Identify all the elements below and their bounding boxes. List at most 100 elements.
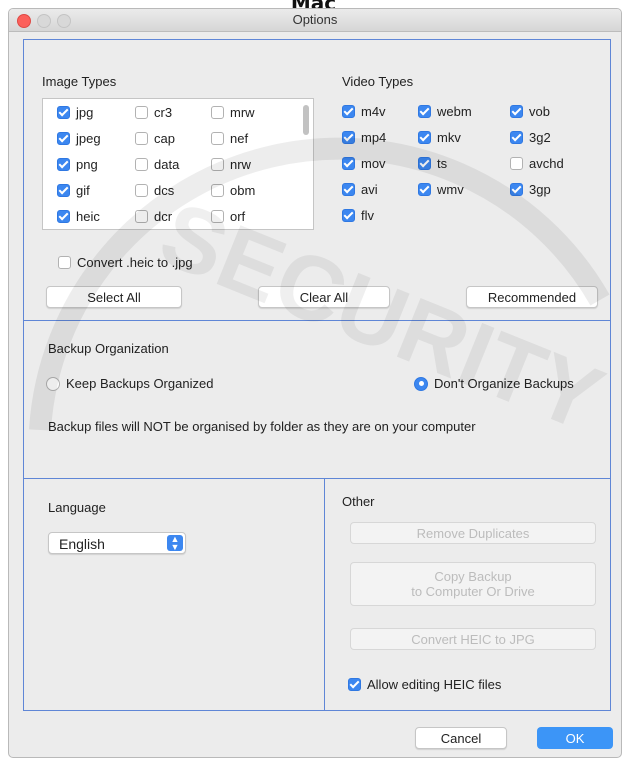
radio-button[interactable] bbox=[46, 376, 60, 391]
checkbox-box[interactable] bbox=[57, 183, 70, 197]
image-type-checkbox-nrw[interactable]: nrw bbox=[211, 155, 251, 173]
checkbox-label: cap bbox=[154, 130, 175, 146]
checkbox-box[interactable] bbox=[211, 183, 224, 197]
video-type-checkbox-3gp[interactable]: 3gp bbox=[510, 180, 551, 198]
video-type-checkbox-webm[interactable]: webm bbox=[418, 102, 472, 120]
checkbox-label: mp4 bbox=[361, 129, 387, 145]
backup-organization-heading: Backup Organization bbox=[48, 341, 169, 356]
other-heading: Other bbox=[342, 494, 375, 509]
checkbox-label: obm bbox=[230, 182, 256, 198]
checkbox-label: m4v bbox=[361, 103, 386, 119]
checkbox-box[interactable] bbox=[342, 182, 355, 196]
window-title: Options bbox=[292, 12, 338, 27]
checkbox-label: webm bbox=[437, 103, 472, 119]
ok-button[interactable]: OK bbox=[537, 727, 613, 749]
section-divider bbox=[24, 320, 610, 321]
video-type-checkbox-avchd[interactable]: avchd bbox=[510, 154, 564, 172]
image-type-checkbox-gif[interactable]: gif bbox=[57, 181, 90, 199]
image-type-checkbox-dcs[interactable]: dcs bbox=[135, 181, 174, 199]
video-type-checkbox-3g2[interactable]: 3g2 bbox=[510, 128, 551, 146]
checkbox-label: mov bbox=[361, 155, 386, 171]
select-all-button[interactable]: Select All bbox=[46, 286, 182, 308]
image-type-checkbox-dcr[interactable]: dcr bbox=[135, 207, 172, 225]
copy-backup-button[interactable]: Copy Backup to Computer Or Drive bbox=[350, 562, 596, 606]
checkbox-label: orf bbox=[230, 208, 246, 224]
language-select[interactable]: English ▲ ▼ bbox=[48, 532, 186, 554]
dont-organize-backups-radio[interactable]: Don't Organize Backups bbox=[414, 376, 574, 391]
checkbox-box[interactable] bbox=[57, 209, 70, 223]
image-type-checkbox-nef[interactable]: nef bbox=[211, 129, 248, 147]
image-type-checkbox-data[interactable]: data bbox=[135, 155, 179, 173]
checkbox-box[interactable] bbox=[418, 156, 431, 170]
checkbox-box[interactable] bbox=[348, 677, 361, 691]
keep-backups-organized-radio[interactable]: Keep Backups Organized bbox=[46, 376, 213, 391]
allow-editing-heic-checkbox[interactable]: Allow editing HEIC files bbox=[348, 675, 501, 693]
video-type-checkbox-mov[interactable]: mov bbox=[342, 154, 386, 172]
checkbox-box[interactable] bbox=[342, 104, 355, 118]
options-panel: Image Types jpg cr3 mrw jpeg cap nef png data nr… bbox=[23, 39, 611, 711]
video-type-checkbox-flv[interactable]: flv bbox=[342, 206, 374, 224]
title-bar: Options bbox=[9, 9, 621, 32]
recommended-button[interactable]: Recommended bbox=[466, 286, 598, 308]
checkbox-box[interactable] bbox=[510, 104, 523, 118]
image-type-checkbox-orf[interactable]: orf bbox=[211, 207, 245, 225]
checkbox-box[interactable] bbox=[135, 105, 148, 119]
cancel-button[interactable]: Cancel bbox=[415, 727, 507, 749]
keep-backups-organized-label: Keep Backups Organized bbox=[66, 376, 214, 391]
checkbox-box[interactable] bbox=[135, 157, 148, 171]
checkbox-box[interactable] bbox=[510, 130, 523, 144]
image-type-checkbox-obm[interactable]: obm bbox=[211, 181, 255, 199]
image-type-checkbox-cr3[interactable]: cr3 bbox=[135, 103, 172, 121]
checkbox-box[interactable] bbox=[211, 105, 224, 119]
checkbox-box[interactable] bbox=[58, 255, 71, 269]
image-types-scrollbar[interactable] bbox=[303, 105, 309, 135]
convert-heic-to-jpg-button[interactable]: Convert HEIC to JPG bbox=[350, 628, 596, 650]
checkbox-box[interactable] bbox=[418, 104, 431, 118]
language-value: English bbox=[59, 536, 105, 552]
checkbox-box[interactable] bbox=[211, 131, 224, 145]
checkbox-box[interactable] bbox=[135, 131, 148, 145]
checkbox-label: 3g2 bbox=[529, 129, 551, 145]
checkbox-box[interactable] bbox=[211, 157, 224, 171]
video-type-checkbox-m4v[interactable]: m4v bbox=[342, 102, 386, 120]
checkbox-label: data bbox=[154, 156, 180, 172]
checkbox-label: 3gp bbox=[529, 181, 551, 197]
checkbox-label: cr3 bbox=[154, 104, 173, 120]
clear-all-button[interactable]: Clear All bbox=[258, 286, 390, 308]
radio-button[interactable] bbox=[414, 376, 428, 391]
convert-heic-checkbox[interactable]: Convert .heic to .jpg bbox=[58, 253, 193, 271]
image-type-checkbox-mrw[interactable]: mrw bbox=[211, 103, 255, 121]
page-caption: Mac bbox=[0, 0, 627, 8]
checkbox-box[interactable] bbox=[135, 183, 148, 197]
image-types-list[interactable]: jpg cr3 mrw jpeg cap nef png data nrw gif dcs obm he… bbox=[42, 98, 314, 230]
checkbox-box[interactable] bbox=[57, 131, 70, 145]
image-type-checkbox-jpeg[interactable]: jpeg bbox=[57, 129, 101, 147]
checkbox-box[interactable] bbox=[57, 105, 70, 119]
checkbox-box[interactable] bbox=[342, 130, 355, 144]
image-type-checkbox-jpg[interactable]: jpg bbox=[57, 103, 93, 121]
checkbox-label: avchd bbox=[529, 155, 564, 171]
checkbox-box[interactable] bbox=[418, 182, 431, 196]
video-type-checkbox-ts[interactable]: ts bbox=[418, 154, 447, 172]
checkbox-label: flv bbox=[361, 207, 374, 223]
checkbox-box[interactable] bbox=[211, 209, 224, 223]
checkbox-box[interactable] bbox=[135, 209, 148, 223]
convert-heic-label: Convert .heic to .jpg bbox=[77, 254, 193, 270]
checkbox-box[interactable] bbox=[418, 130, 431, 144]
checkbox-box[interactable] bbox=[57, 157, 70, 171]
video-type-checkbox-vob[interactable]: vob bbox=[510, 102, 550, 120]
checkbox-label: gif bbox=[76, 182, 90, 198]
video-type-checkbox-mp4[interactable]: mp4 bbox=[342, 128, 386, 146]
checkbox-box[interactable] bbox=[510, 156, 523, 170]
remove-duplicates-button[interactable]: Remove Duplicates bbox=[350, 522, 596, 544]
checkbox-box[interactable] bbox=[510, 182, 523, 196]
image-type-checkbox-heic[interactable]: heic bbox=[57, 207, 100, 225]
image-type-checkbox-cap[interactable]: cap bbox=[135, 129, 175, 147]
video-type-checkbox-mkv[interactable]: mkv bbox=[418, 128, 461, 146]
checkbox-box[interactable] bbox=[342, 208, 355, 222]
video-type-checkbox-avi[interactable]: avi bbox=[342, 180, 378, 198]
image-type-checkbox-png[interactable]: png bbox=[57, 155, 98, 173]
checkbox-box[interactable] bbox=[342, 156, 355, 170]
allow-editing-heic-label: Allow editing HEIC files bbox=[367, 676, 502, 692]
video-type-checkbox-wmv[interactable]: wmv bbox=[418, 180, 464, 198]
